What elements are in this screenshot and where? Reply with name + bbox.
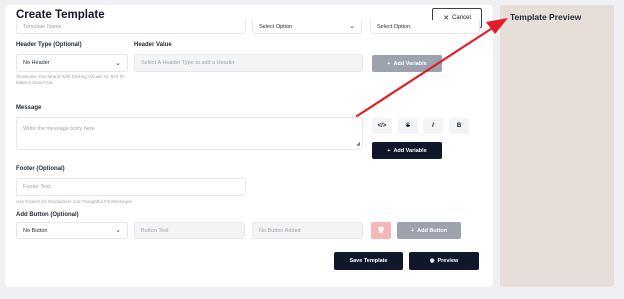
save-template-button[interactable]: Save Template (334, 252, 403, 270)
italic-button[interactable]: I (423, 118, 443, 134)
chevron-down-icon: ⌄ (115, 227, 121, 234)
button-text-input[interactable]: Button Text (134, 222, 245, 239)
preview-button[interactable]: ◉ Preview (409, 252, 479, 270)
strikethrough-button[interactable]: S (398, 118, 418, 134)
language-select[interactable]: Select Option (370, 20, 480, 34)
chevron-down-icon: ⌄ (349, 23, 355, 30)
add-button-label: Add Button (Optional) (16, 212, 79, 218)
eye-icon: ◉ (429, 258, 435, 264)
plus-icon: + (387, 147, 391, 154)
bold-button[interactable]: B (449, 118, 469, 134)
chevron-down-icon: ⌄ (115, 59, 121, 67)
template-name-input[interactable]: Template Name (16, 20, 246, 34)
message-label: Message (16, 105, 42, 111)
trash-icon: 🗑 (377, 228, 385, 234)
button-added-input[interactable]: No Button Added (252, 222, 363, 239)
add-button-button[interactable]: + Add Button (397, 222, 461, 239)
code-format-button[interactable]: </> (372, 118, 392, 134)
resize-handle-icon[interactable]: ◢ (356, 141, 360, 147)
plus-icon: + (387, 60, 391, 67)
header-value-input[interactable]: Select A Header Type to add a Header (134, 54, 363, 72)
header-add-variable-button[interactable]: + Add Variable (372, 55, 442, 72)
header-type-select[interactable]: No Header ⌄ (16, 54, 128, 72)
message-add-variable-button[interactable]: + Add Variable (372, 142, 442, 159)
delete-button[interactable]: 🗑 (371, 222, 391, 239)
message-body-textarea[interactable]: Write the message body here ◢ (16, 117, 363, 150)
template-preview-panel: Template Preview (500, 5, 614, 287)
plus-icon: + (410, 227, 415, 234)
footer-hint: Use Footers for Disclaimers And Thoughtf… (16, 199, 133, 204)
category-select[interactable]: Select Option ⌄ (252, 20, 362, 34)
footer-text-input[interactable]: Footer Text (16, 178, 246, 196)
header-type-hint: Showcase Your Brand With Striking Visual… (16, 74, 125, 85)
preview-title: Template Preview (510, 12, 582, 22)
footer-label: Footer (Optional) (16, 166, 65, 172)
header-type-label: Header Type (Optional) (16, 42, 82, 48)
button-type-select[interactable]: No Button ⌄ (16, 222, 128, 239)
header-value-label: Header Value (134, 42, 172, 48)
